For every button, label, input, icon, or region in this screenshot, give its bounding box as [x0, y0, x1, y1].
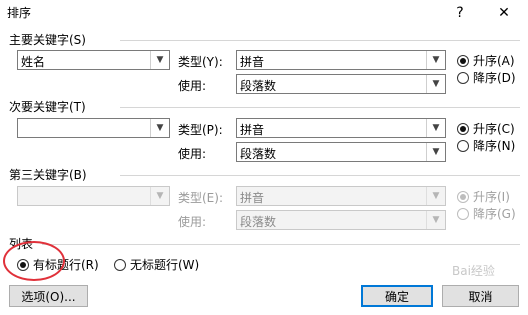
- primary-use-label: 使用:: [178, 79, 207, 93]
- secondary-asc-label: 升序(C): [473, 122, 515, 136]
- primary-asc-radio[interactable]: 升序(A): [457, 52, 515, 69]
- chevron-down-icon: ▼: [426, 211, 445, 229]
- primary-desc-label: 降序(D): [473, 71, 516, 85]
- divider: [120, 107, 520, 108]
- radio-selected-icon: [457, 122, 469, 135]
- tertiary-type-select[interactable]: 拼音 ▼: [236, 186, 446, 206]
- chevron-down-icon: ▼: [426, 143, 445, 161]
- tertiary-use-label: 使用:: [178, 215, 207, 229]
- primary-key-label: 主要关键字(S): [9, 33, 86, 47]
- cancel-button[interactable]: 取消: [442, 285, 519, 307]
- secondary-use-label: 使用:: [178, 147, 207, 161]
- chevron-down-icon: ▼: [426, 75, 445, 93]
- radio-icon: [457, 139, 469, 152]
- dialog-title: 排序: [7, 6, 32, 20]
- primary-desc-radio[interactable]: 降序(D): [457, 69, 516, 86]
- chevron-down-icon: ▼: [426, 119, 445, 137]
- red-circle-annotation: [3, 241, 65, 281]
- tertiary-use-select[interactable]: 段落数 ▼: [236, 210, 446, 230]
- primary-type-label: 类型(Y):: [178, 55, 223, 69]
- no-header-row-label: 无标题行(W): [130, 258, 200, 272]
- radio-icon: [457, 71, 469, 84]
- tertiary-asc-label: 升序(I): [473, 190, 510, 204]
- help-button[interactable]: ?: [438, 0, 482, 26]
- tertiary-desc-radio[interactable]: 降序(G): [457, 205, 516, 222]
- radio-icon: [457, 207, 469, 220]
- chevron-down-icon: ▼: [426, 187, 445, 205]
- options-button[interactable]: 选项(O)...: [9, 285, 88, 307]
- primary-use-select[interactable]: 段落数 ▼: [236, 74, 446, 94]
- tertiary-key-select[interactable]: ▼: [17, 186, 170, 206]
- secondary-desc-label: 降序(N): [473, 139, 516, 153]
- secondary-key-select[interactable]: ▼: [17, 118, 170, 138]
- close-icon[interactable]: ✕: [482, 0, 526, 26]
- tertiary-key-label: 第三关键字(B): [9, 168, 87, 182]
- primary-key-value: 姓名: [21, 55, 46, 69]
- secondary-key-label: 次要关键字(T): [9, 100, 86, 114]
- radio-icon: [114, 258, 126, 271]
- chevron-down-icon: ▼: [150, 51, 169, 69]
- no-header-row-radio[interactable]: 无标题行(W): [114, 256, 199, 273]
- tertiary-type-value: 拼音: [240, 191, 265, 205]
- divider: [120, 175, 520, 176]
- divider: [120, 40, 520, 41]
- chevron-down-icon: ▼: [150, 119, 169, 137]
- chevron-down-icon: ▼: [426, 51, 445, 69]
- secondary-type-select[interactable]: 拼音 ▼: [236, 118, 446, 138]
- radio-selected-icon: [457, 190, 469, 203]
- tertiary-asc-radio[interactable]: 升序(I): [457, 188, 510, 205]
- secondary-asc-radio[interactable]: 升序(C): [457, 120, 515, 137]
- tertiary-type-label: 类型(E):: [178, 191, 223, 205]
- primary-use-value: 段落数: [240, 79, 277, 93]
- secondary-desc-radio[interactable]: 降序(N): [457, 137, 515, 154]
- secondary-use-value: 段落数: [240, 147, 277, 161]
- primary-asc-label: 升序(A): [473, 54, 515, 68]
- ok-button[interactable]: 确定: [361, 285, 433, 307]
- tertiary-desc-label: 降序(G): [473, 207, 516, 221]
- secondary-type-value: 拼音: [240, 123, 265, 137]
- primary-key-select[interactable]: 姓名 ▼: [17, 50, 170, 70]
- chevron-down-icon: ▼: [150, 187, 169, 205]
- divider: [42, 244, 520, 245]
- tertiary-use-value: 段落数: [240, 215, 277, 229]
- watermark: Bai经验: [452, 264, 495, 278]
- secondary-use-select[interactable]: 段落数 ▼: [236, 142, 446, 162]
- secondary-type-label: 类型(P):: [178, 123, 223, 137]
- primary-type-value: 拼音: [240, 55, 265, 69]
- radio-selected-icon: [457, 54, 469, 67]
- primary-type-select[interactable]: 拼音 ▼: [236, 50, 446, 70]
